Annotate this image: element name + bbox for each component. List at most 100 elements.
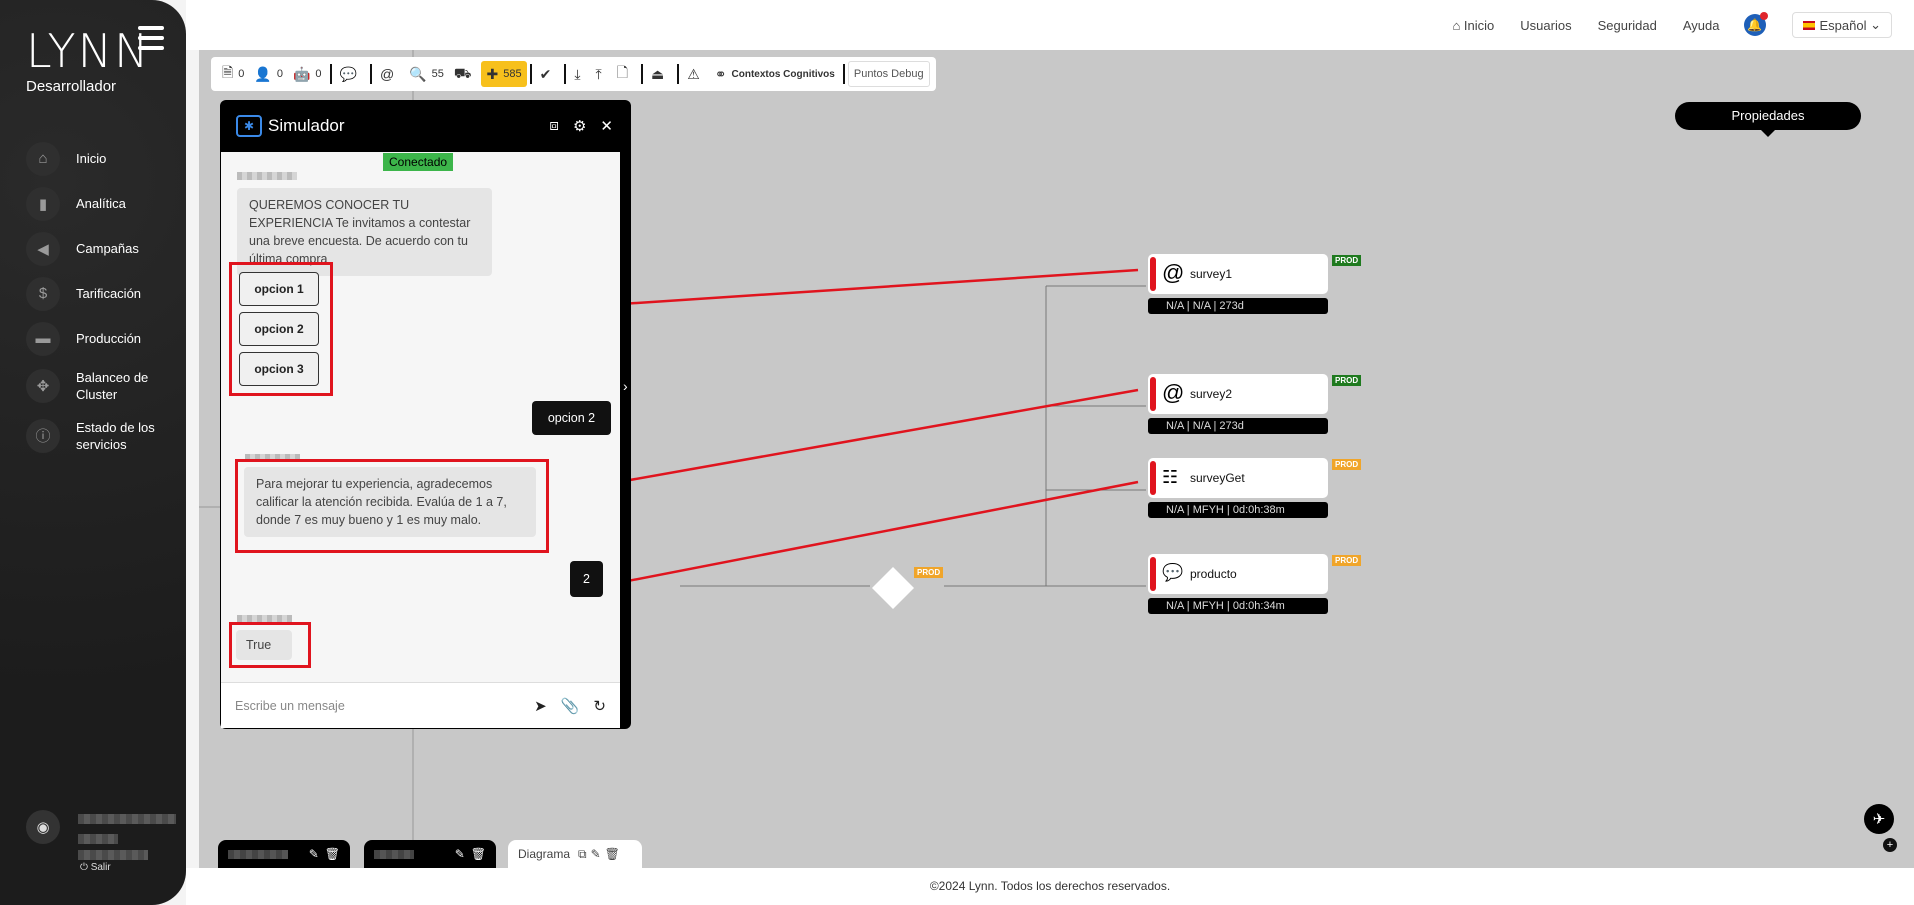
divider xyxy=(677,64,680,84)
search-counter[interactable]: 🔍 55 xyxy=(404,61,449,87)
at-icon: @ xyxy=(379,66,395,82)
truck-tool[interactable]: ⛟ xyxy=(449,61,482,87)
counter-value: 0 xyxy=(315,68,322,80)
network-icon: ⚭ xyxy=(714,65,727,82)
node-label: survey2 xyxy=(1190,387,1233,401)
airplane-fab-button[interactable]: ✈ xyxy=(1864,804,1894,834)
upload-tool[interactable]: ⤒ xyxy=(591,61,612,87)
prod-tag: PROD xyxy=(1332,255,1362,266)
chat-area: Conectado QUEREMOS CONOCER TU EXPERIENCI… xyxy=(221,152,620,728)
node-survey2[interactable]: @ survey2 xyxy=(1148,374,1328,414)
bug-icon[interactable]: ⧈ xyxy=(549,117,559,135)
bots-counter[interactable]: 🤖 0 xyxy=(288,61,327,87)
cognitive-contexts-button[interactable]: ⚭ Contextos Cognitivos xyxy=(710,61,840,87)
message-input[interactable]: Escribe un mensaje xyxy=(235,699,520,713)
deploy-tool[interactable]: ⏏ xyxy=(646,61,674,87)
simulator-title: Simulador xyxy=(268,116,345,135)
tab-label: Diagrama xyxy=(518,847,571,861)
warning-tool[interactable]: ⚠ xyxy=(682,61,710,87)
cognitive-label: Contextos Cognitivos xyxy=(731,68,835,80)
edit-icon[interactable]: ✎ xyxy=(309,847,319,861)
connection-status-badge: Conectado xyxy=(383,153,454,171)
form-icon: ☷ xyxy=(1162,467,1179,487)
simulator-panel: ✱ Simulador ⧈ ⚙ ✕ Conectado QUEREMOS CON… xyxy=(220,100,631,729)
divider xyxy=(842,64,845,84)
divider xyxy=(564,64,567,84)
close-icon[interactable]: ✕ xyxy=(600,117,613,135)
node-marker xyxy=(1150,557,1156,591)
prod-tag: PROD xyxy=(1332,555,1362,566)
user-message: 2 xyxy=(570,561,603,597)
counter-value: 585 xyxy=(503,68,522,80)
download-tool[interactable]: ⤓ xyxy=(569,61,590,87)
bot-message: Para mejorar tu experiencia, agradecemos… xyxy=(244,467,536,537)
paperclip-icon[interactable]: 📎 xyxy=(561,697,580,715)
deploy-icon: ⏏ xyxy=(650,65,665,82)
properties-button[interactable]: Propiedades xyxy=(1675,102,1861,137)
robot-icon: 🤖 xyxy=(292,65,311,82)
diagram-tab-1[interactable]: ✎ 🗑 xyxy=(218,840,350,868)
redacted-sender xyxy=(237,172,297,180)
add-icon[interactable]: + xyxy=(1883,838,1897,852)
node-label: producto xyxy=(1190,567,1237,581)
message-input-row: Escribe un mensaje ➤ 📎 ↻ xyxy=(221,682,620,728)
gear-icon[interactable]: ⚙ xyxy=(573,117,586,135)
bot-icon: ✱ xyxy=(236,115,262,137)
option-3-button[interactable]: opcion 3 xyxy=(239,352,319,386)
footer: ©2024 Lynn. Todos los derechos reservado… xyxy=(186,868,1914,905)
bot-message: True xyxy=(236,630,292,660)
simulator-header-buttons: ⧈ ⚙ ✕ xyxy=(549,117,631,135)
node-producto[interactable]: 💬 producto xyxy=(1148,554,1328,594)
puzzle-counter[interactable]: ✚ 585 xyxy=(481,61,527,87)
counter-value: 0 xyxy=(276,68,283,80)
node-surveyget[interactable]: ☷ surveyGet xyxy=(1148,458,1328,498)
diagram-tab-2[interactable]: ✎ 🗑 xyxy=(364,840,496,868)
debug-points-button[interactable]: Puntos Debug xyxy=(847,61,930,87)
chat-icon: 💬 xyxy=(339,65,357,82)
chat-tool[interactable]: 💬 xyxy=(335,61,367,87)
refresh-icon[interactable]: ↻ xyxy=(593,697,606,715)
at-icon: @ xyxy=(1162,380,1185,405)
trash-icon[interactable]: 🗑 xyxy=(471,847,486,861)
trash-icon[interactable]: 🗑 xyxy=(605,847,620,861)
divider xyxy=(640,64,643,84)
redacted-tab-name xyxy=(228,849,288,859)
edit-icon[interactable]: ✎ xyxy=(591,847,601,861)
redacted-tab-name xyxy=(374,849,414,859)
prod-tag: PROD xyxy=(1332,459,1362,470)
trash-icon[interactable]: 🗑 xyxy=(325,847,340,861)
diagram-tab-diagrama[interactable]: Diagrama ⧉ ✎ 🗑 xyxy=(508,840,642,868)
pages-counter[interactable]: 🗎 0 xyxy=(217,61,249,87)
simulator-header: ✱ Simulador ⧈ ⚙ ✕ xyxy=(220,100,631,152)
puzzle-icon: ✚ xyxy=(486,65,499,82)
chat-icon: 💬 xyxy=(1162,563,1184,582)
counter-value: 0 xyxy=(238,68,245,80)
at-icon: @ xyxy=(1162,260,1185,285)
edit-icon[interactable]: ✎ xyxy=(455,847,465,861)
divider xyxy=(529,64,532,84)
node-status: N/A | N/A | 273d xyxy=(1148,418,1328,434)
warning-icon: ⚠ xyxy=(687,65,700,82)
app-root: LYNN Desarrollador ⌂ Inicio ▮ Analítica ◀ C… xyxy=(0,0,1914,905)
counter-value: 55 xyxy=(431,68,444,80)
diagram-toolbar: 🗎 0 👤 0 🤖 0 💬 @ 🔍 55 ⛟ ✚ 585 ✔ ⤓ ⤒ 🗋 ⏏ ⚠ ⚭ Con… xyxy=(211,57,936,91)
truck-icon: ⛟ xyxy=(453,64,472,81)
node-status: N/A | MFYH | 0d:0h:38m xyxy=(1148,502,1328,518)
option-2-button[interactable]: opcion 2 xyxy=(239,312,319,346)
send-icon[interactable]: ➤ xyxy=(534,697,547,715)
divider xyxy=(329,64,332,84)
divider xyxy=(369,64,372,84)
diamond-prod-tag: PROD xyxy=(914,567,944,578)
node-label: survey1 xyxy=(1190,267,1233,281)
at-tool[interactable]: @ xyxy=(375,61,404,87)
check-icon: ✔ xyxy=(539,65,552,82)
hierarchy-icon[interactable]: ⧉ xyxy=(578,847,587,862)
users-counter[interactable]: 👤 0 xyxy=(249,61,288,87)
check-tool[interactable]: ✔ xyxy=(535,61,562,87)
search-icon: 🔍 xyxy=(409,65,427,82)
node-survey1[interactable]: @ survey1 xyxy=(1148,254,1328,294)
node-marker xyxy=(1150,377,1156,411)
collapse-chevron-icon[interactable]: › xyxy=(623,378,628,394)
option-1-button[interactable]: opcion 1 xyxy=(239,272,319,306)
export-tool[interactable]: 🗋 xyxy=(612,61,638,87)
